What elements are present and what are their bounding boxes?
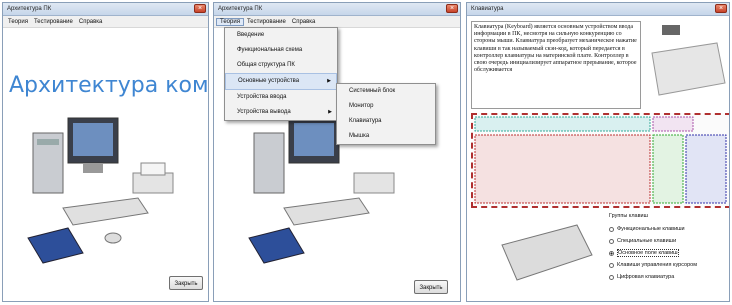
radio-numpad[interactable]: Цифровая клавиатура xyxy=(609,271,729,283)
submenu-item-mouse[interactable]: Мышка xyxy=(337,129,435,144)
menu-item-general-structure[interactable]: Общая структура ПК xyxy=(225,58,337,73)
keyboard-icon xyxy=(62,197,149,226)
titlebar: Архитектура ПК × xyxy=(214,3,460,16)
close-window-icon[interactable]: × xyxy=(446,4,458,13)
monitor-icon xyxy=(67,117,119,173)
computer-illustration xyxy=(27,117,174,264)
system-unit-icon xyxy=(253,132,285,194)
window-title: Архитектура ПК xyxy=(7,6,52,12)
group-title: Группы клавиш xyxy=(609,213,648,219)
menu-item-label: Основные устройства xyxy=(238,78,300,84)
radio-special-keys[interactable]: Специальные клавиши xyxy=(609,235,729,247)
menu-item-intro[interactable]: Введение xyxy=(225,28,337,43)
close-window-icon[interactable]: × xyxy=(194,4,206,13)
special-keys-zone xyxy=(652,116,694,132)
app-heading: Архитектура компьютера xyxy=(9,73,209,98)
function-keys-zone xyxy=(474,116,651,132)
mouse-icon xyxy=(662,25,680,35)
menu-item-functional-scheme[interactable]: Функциональная схема xyxy=(225,43,337,58)
printer-icon xyxy=(132,162,174,194)
submenu-item-keyboard[interactable]: Клавиатура xyxy=(337,114,435,129)
monitor-icon xyxy=(288,117,340,164)
window-main: Архитектура ПК × Теория Тестирование Спр… xyxy=(2,2,209,302)
radio-function-keys[interactable]: Функциональные клавиши xyxy=(609,223,729,235)
scanner-icon xyxy=(248,227,305,264)
radio-cursor-keys[interactable]: Клавиши управления курсором xyxy=(609,259,729,271)
mouse-icon xyxy=(104,232,122,244)
radio-icon xyxy=(609,274,614,280)
keyboard-layout-diagram xyxy=(471,113,729,208)
keyboard-photo xyxy=(651,25,726,96)
theory-dropdown-menu: Введение Функциональная схема Общая стру… xyxy=(224,27,338,121)
radio-label: Основное поле клавиш xyxy=(617,249,679,257)
radio-icon xyxy=(609,262,614,268)
menu-help[interactable]: Справка xyxy=(289,19,319,25)
menu-theory[interactable]: Теория xyxy=(5,19,31,25)
chevron-right-icon: ▶ xyxy=(327,78,331,84)
radio-icon xyxy=(609,226,614,232)
keyboard-icon xyxy=(283,197,370,226)
key-groups: Группы клавиш Функциональные клавиши Спе… xyxy=(609,213,729,293)
radio-selected-icon xyxy=(609,250,614,256)
menu-item-label: Устройства вывода xyxy=(237,109,291,115)
keyboard-3d-image xyxy=(501,224,593,281)
menu-theory[interactable]: Теория xyxy=(216,17,244,26)
menubar: Теория Тестирование Справка xyxy=(3,16,208,28)
chevron-right-icon: ▶ xyxy=(328,109,332,115)
titlebar: Клавиатура × xyxy=(467,3,729,16)
numpad-zone xyxy=(685,134,727,204)
menu-item-input-devices[interactable]: Устройства ввода xyxy=(225,90,337,105)
window-title: Архитектура ПК xyxy=(218,6,263,12)
close-button[interactable]: Закрыть xyxy=(169,276,203,290)
menu-testing[interactable]: Тестирование xyxy=(244,19,289,25)
cursor-keys-zone xyxy=(652,134,684,204)
menu-help[interactable]: Справка xyxy=(76,19,106,25)
main-keys-zone xyxy=(474,134,651,204)
titlebar: Архитектура ПК × xyxy=(3,3,208,16)
description-text: Клавиатура (Keyboard) является основным … xyxy=(471,21,641,109)
window-title: Клавиатура xyxy=(471,6,504,12)
system-unit-icon xyxy=(32,132,64,194)
window-keyboard: Клавиатура × Клавиатура (Keyboard) являе… xyxy=(466,2,730,302)
radio-icon xyxy=(609,238,614,244)
scanner-icon xyxy=(27,227,84,264)
window-main-menu-open: Архитектура ПК × Теория Тестирование Спр… xyxy=(213,2,461,302)
main-devices-submenu: Системный блок Монитор Клавиатура Мышка xyxy=(336,83,436,145)
radio-label: Цифровая клавиатура xyxy=(617,274,675,280)
radio-label: Специальные клавиши xyxy=(617,238,677,244)
radio-main-keys[interactable]: Основное поле клавиш xyxy=(609,247,729,259)
submenu-item-system-unit[interactable]: Системный блок xyxy=(337,84,435,99)
menu-testing[interactable]: Тестирование xyxy=(31,19,76,25)
menu-item-output-devices[interactable]: Устройства вывода ▶ xyxy=(225,105,337,120)
printer-icon xyxy=(353,172,395,194)
close-button[interactable]: Закрыть xyxy=(414,280,448,294)
close-window-icon[interactable]: × xyxy=(715,4,727,13)
submenu-item-monitor[interactable]: Монитор xyxy=(337,99,435,114)
radio-label: Функциональные клавиши xyxy=(617,226,685,232)
radio-label: Клавиши управления курсором xyxy=(617,262,697,268)
menu-item-main-devices[interactable]: Основные устройства ▶ xyxy=(225,73,337,90)
